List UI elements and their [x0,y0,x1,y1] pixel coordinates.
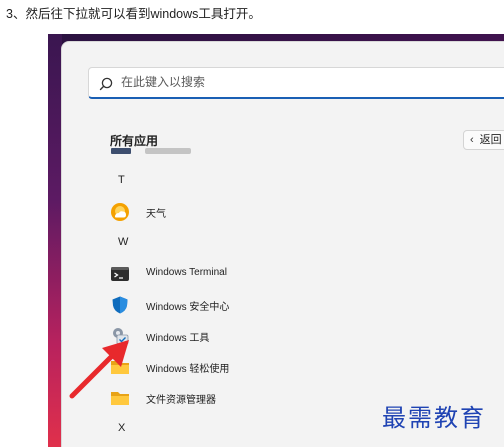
desktop-wallpaper [48,34,62,447]
letter-header-t[interactable]: T [118,174,125,186]
app-item-windows-tools[interactable]: Windows 工具 [106,323,504,349]
search-input[interactable] [121,75,421,89]
shield-icon [112,296,128,314]
app-label: Windows 安全中心 [146,302,230,313]
app-item-windows-terminal[interactable]: Windows Terminal [106,261,504,287]
terminal-icon [111,267,129,281]
app-label: Windows Terminal [146,267,227,278]
instruction-caption: 3、然后往下拉就可以看到windows工具打开。 [6,7,261,21]
app-label: Windows 工具 [146,333,210,344]
partial-app-label [145,148,191,154]
watermark: 最需教育 [382,404,486,432]
search-icon [99,77,113,91]
weather-icon [111,203,129,221]
app-label: Windows 轻松使用 [146,364,230,375]
app-folder-windows-ease-of-access[interactable]: Windows 轻松使用 ⌄ [106,354,504,380]
app-label: 文件资源管理器 [146,395,216,406]
app-label: 天气 [146,209,166,220]
partial-app-icon [111,148,131,154]
app-item-weather[interactable]: 天气 [106,199,504,225]
letter-header-x[interactable]: X [118,422,125,434]
search-box[interactable] [88,67,504,99]
letter-header-w[interactable]: W [118,236,128,248]
app-item-windows-security[interactable]: Windows 安全中心 [106,292,504,318]
red-arrow-annotation [69,340,129,399]
